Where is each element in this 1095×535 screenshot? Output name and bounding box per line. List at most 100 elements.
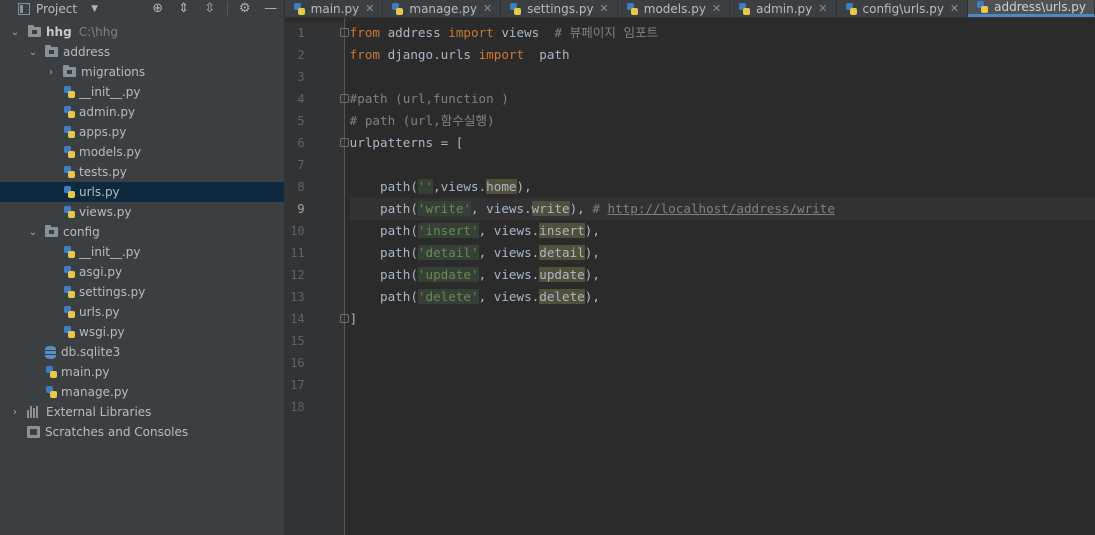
toolbar-divider bbox=[226, 1, 228, 16]
close-icon[interactable]: ✕ bbox=[712, 2, 721, 15]
chevron-right-icon[interactable]: › bbox=[45, 67, 57, 78]
tree-item[interactable]: apps.py bbox=[0, 122, 284, 142]
code-token: ), bbox=[569, 201, 593, 216]
chevron-down-icon[interactable]: ⌄ bbox=[9, 27, 21, 38]
close-icon[interactable]: ✕ bbox=[365, 2, 374, 15]
collapse-all-icon[interactable]: ⇳ bbox=[197, 0, 223, 17]
python-file-icon bbox=[63, 245, 76, 259]
code-token: from bbox=[349, 47, 380, 62]
close-icon[interactable]: ✕ bbox=[818, 2, 827, 15]
tree-item[interactable]: manage.py bbox=[0, 382, 284, 402]
tree-item[interactable]: wsgi.py bbox=[0, 322, 284, 342]
tree-item[interactable]: main.py bbox=[0, 362, 284, 382]
chevron-right-icon[interactable]: › bbox=[9, 407, 21, 418]
tree-item[interactable]: ⌄ address bbox=[0, 42, 284, 62]
python-file-icon bbox=[63, 205, 76, 219]
database-icon bbox=[45, 345, 56, 359]
close-icon[interactable]: ✕ bbox=[600, 2, 609, 15]
chevron-down-icon[interactable]: ▼ bbox=[91, 4, 98, 14]
close-icon[interactable]: ✕ bbox=[950, 2, 959, 15]
hide-panel-icon[interactable]: — bbox=[258, 0, 284, 17]
code-token: address bbox=[380, 25, 449, 40]
line-number: 16 bbox=[290, 356, 305, 370]
tree-item[interactable]: ⌄ config bbox=[0, 222, 284, 242]
tree-item[interactable]: settings.py bbox=[0, 282, 284, 302]
tree-item[interactable]: db.sqlite3 bbox=[0, 342, 284, 362]
chevron-down-icon[interactable]: ⌄ bbox=[27, 47, 39, 58]
fold-marker-icon[interactable] bbox=[339, 314, 349, 323]
code-token: delete bbox=[539, 289, 585, 304]
python-file-icon bbox=[391, 2, 404, 16]
tree-item-label: main.py bbox=[61, 365, 110, 379]
gear-icon[interactable]: ⚙ bbox=[232, 0, 258, 17]
tree-item[interactable]: admin.py bbox=[0, 102, 284, 122]
code-token: ,views. bbox=[433, 179, 487, 194]
tree-item-label: models.py bbox=[79, 145, 142, 159]
code-token: , views. bbox=[478, 289, 540, 304]
fold-marker-icon[interactable] bbox=[339, 94, 349, 103]
editor-tab[interactable]: admin.py ✕ bbox=[730, 0, 837, 17]
code-token: # 뷰페이지 임포트 bbox=[554, 25, 659, 40]
line-number: 8 bbox=[297, 180, 305, 194]
tree-root-hhg[interactable]: ⌄ hhg C:\hhg bbox=[0, 22, 284, 42]
line-number: 15 bbox=[290, 334, 305, 348]
scratches-icon bbox=[27, 426, 40, 438]
line-number: 18 bbox=[290, 400, 305, 414]
editor-tab[interactable]: settings.py ✕ bbox=[501, 0, 618, 17]
editor-tab[interactable]: main.py ✕ bbox=[285, 0, 384, 17]
code-token: ), bbox=[584, 267, 600, 282]
tree-item[interactable]: asgi.py bbox=[0, 262, 284, 282]
fold-marker-icon[interactable] bbox=[339, 138, 349, 147]
folder-icon bbox=[28, 25, 41, 37]
code-line: ] bbox=[350, 308, 1095, 330]
code-token: #path (url,function ) bbox=[349, 91, 509, 106]
line-number: 14 bbox=[290, 312, 305, 326]
python-file-icon bbox=[509, 2, 522, 16]
expand-all-icon[interactable]: ⇕ bbox=[171, 0, 197, 17]
tree-item[interactable]: tests.py bbox=[0, 162, 284, 182]
python-file-icon bbox=[45, 385, 58, 399]
editor-tab[interactable]: address\urls.py bbox=[968, 0, 1095, 17]
tree-item-label: settings.py bbox=[79, 285, 146, 299]
tree-item-label: manage.py bbox=[61, 385, 129, 399]
tree-item[interactable]: urls.py bbox=[0, 302, 284, 322]
tree-item[interactable]: views.py bbox=[0, 202, 284, 222]
tree-item[interactable]: __init__.py bbox=[0, 82, 284, 102]
tree-item[interactable]: models.py bbox=[0, 142, 284, 162]
tree-item-external-libraries[interactable]: › External Libraries bbox=[0, 402, 284, 422]
project-view-selector[interactable]: Project bbox=[36, 2, 77, 16]
tab-label: models.py bbox=[643, 1, 706, 16]
editor-tab[interactable]: manage.py ✕ bbox=[383, 0, 502, 17]
tree-item-scratches[interactable]: Scratches and Consoles bbox=[0, 422, 284, 442]
code-line: from django.urls import path bbox=[350, 44, 1095, 66]
tree-item[interactable]: __init__.py bbox=[0, 242, 284, 262]
tree-item-label: urls.py bbox=[79, 185, 120, 199]
chevron-down-icon[interactable]: ⌄ bbox=[27, 227, 39, 238]
editor-tabs: main.py ✕ manage.py ✕ settings.py ✕ models.py ✕… bbox=[284, 0, 1095, 18]
code-token: urlpatterns = [ bbox=[349, 135, 464, 150]
code-editor[interactable]: 1 2 3 4 5 6 7 8 9 10 11 12 13 14 15 16 17 18 from address… bbox=[284, 18, 1095, 535]
code-token: path( bbox=[349, 289, 418, 304]
tree-item[interactable]: › migrations bbox=[0, 62, 284, 82]
project-panel: Project ▼ ⊕ ⇕ ⇳ ⚙ — ⌄ hhg C:\hhg ⌄ addres… bbox=[0, 0, 285, 535]
locate-icon[interactable]: ⊕ bbox=[145, 0, 171, 17]
tree-item-label: __init__.py bbox=[79, 85, 141, 99]
tree-item[interactable]: urls.py bbox=[0, 182, 284, 202]
close-icon[interactable]: ✕ bbox=[483, 2, 492, 15]
python-file-icon bbox=[63, 145, 76, 159]
code-token: '' bbox=[417, 179, 434, 194]
tree-item-label: asgi.py bbox=[79, 265, 123, 279]
editor-tab[interactable]: config\urls.py ✕ bbox=[837, 0, 969, 17]
editor-tab[interactable]: models.py ✕ bbox=[618, 0, 731, 17]
line-number: 11 bbox=[290, 246, 305, 260]
code-token: update bbox=[539, 267, 585, 282]
python-file-icon bbox=[293, 2, 306, 16]
python-file-icon bbox=[976, 0, 989, 14]
fold-marker-icon[interactable] bbox=[339, 28, 349, 37]
python-file-icon bbox=[626, 2, 639, 16]
code-token: path( bbox=[349, 267, 418, 282]
code-token: path( bbox=[349, 201, 418, 216]
code-token: ), bbox=[584, 289, 600, 304]
